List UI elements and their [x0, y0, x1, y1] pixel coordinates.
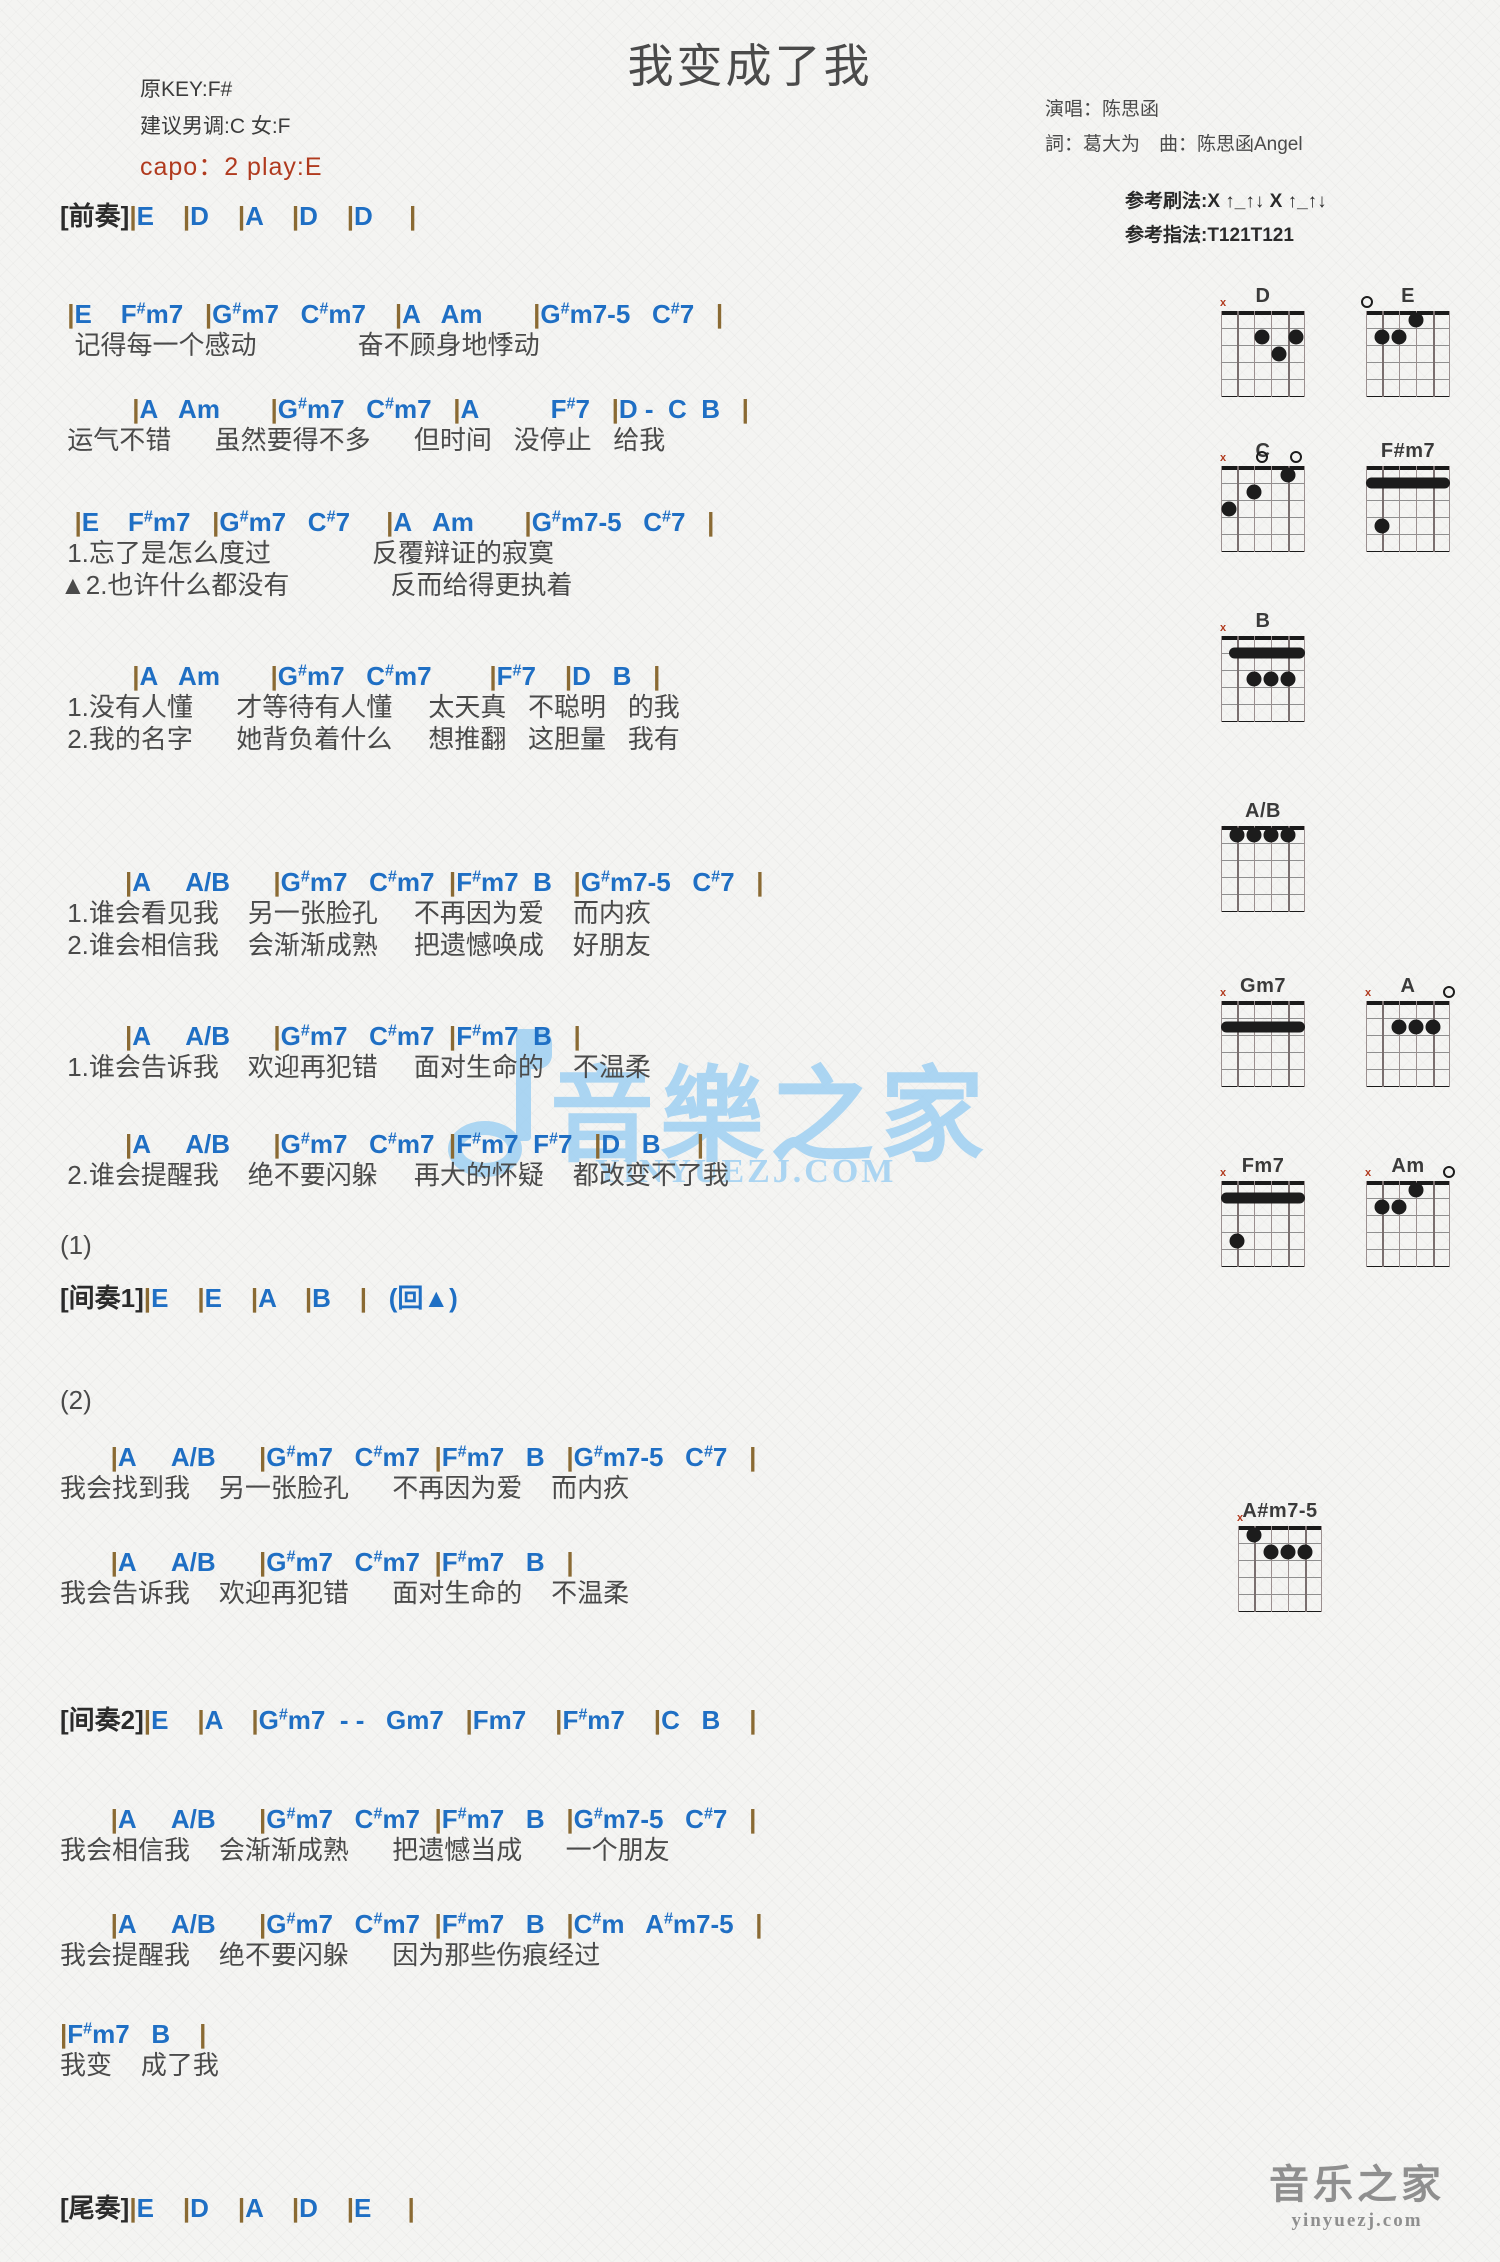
chord-diagram-e: E [1360, 285, 1456, 397]
intro-section: [前奏]|E |D |A |D |D | [60, 196, 416, 233]
chord-row: |A A/B |G#m7 C#m7 |F#m7 B | [125, 1021, 581, 1051]
chord-row: |A A/B |G#m7 C#m7 |F#m7 B |G#m7-5 C#7 | [125, 867, 764, 897]
credits-group: 演唱：陈思函 詞：葛大为 曲：陈思函Angel [1045, 92, 1303, 162]
chord-diagram-fm7: Fm7 x [1215, 1155, 1311, 1267]
lyric-block: |E F#m7 |G#m7 C#7 |A Am |G#m7-5 C#7 | 1.… [60, 508, 714, 602]
chord-diagram-a: A x [1360, 975, 1456, 1087]
lyric-row: 我变 成了我 [60, 2049, 219, 2080]
repeat-mark-1: (1) [60, 1230, 92, 1260]
playing-notes-group: 参考刷法:X ↑_↑↓ X ↑_↑↓ 参考指法:T121T121 [1125, 185, 1327, 253]
fretboard: x [1220, 1167, 1305, 1267]
chord-row: |A A/B |G#m7 C#m7 |F#m7 F#7 |D B | [125, 1129, 704, 1159]
outro-section: [尾奏]|E |D |A |D |E | [60, 2188, 415, 2225]
lyric-block: |A A/B |G#m7 C#m7 |F#m7 B | 我会告诉我 欢迎再犯错 … [60, 1548, 629, 1609]
chord-diagram-gm7: Gm7 x [1215, 975, 1311, 1087]
intro-chords: |E |D |A |D |D | [129, 201, 417, 231]
chord-row: |A A/B |G#m7 C#m7 |F#m7 B |G#m7-5 C#7 | [110, 1442, 757, 1472]
lyric-row: ▲2.也许什么都没有 反而给得更执着 [60, 570, 573, 601]
chord-diagram-name: E [1401, 285, 1415, 307]
chord-diagram-name: A#m7-5 [1242, 1500, 1318, 1522]
interlude1-chords: |E |E |A |B | (回▲) [143, 1283, 458, 1313]
lyric-block: |A Am |G#m7 C#m7 |F#7 |D B | 1.没有人懂 才等待有… [60, 662, 680, 756]
chord-row: |A Am |G#m7 C#m7 |F#7 |D B | [132, 661, 661, 691]
chord-row: |A A/B |G#m7 C#m7 |F#m7 B | [110, 1547, 574, 1577]
lyric-row: 1.忘了是怎么度过 反覆辩证的寂寞 [60, 537, 555, 568]
lyric-row: 我会告诉我 欢迎再犯错 面对生命的 不温柔 [60, 1577, 630, 1608]
lyric-row: 我会提醒我 绝不要闪躲 因为那些伤痕经过 [60, 1939, 601, 1970]
lyric-row: 我会找到我 另一张脸孔 不再因为爱 而内疚 [60, 1472, 630, 1503]
repeat-mark-2: (2) [60, 1385, 92, 1415]
lyric-block: |F#m7 B | 我变 成了我 [60, 2020, 219, 2081]
fretboard: x [1220, 297, 1305, 397]
watermark-bottom: 音乐之家 yinyuezj.com [1269, 2152, 1445, 2232]
fretboard [1221, 826, 1305, 912]
lyric-row: 2.谁会相信我 会渐渐成熟 把遗憾唤成 好朋友 [60, 930, 651, 961]
singer-credit: 演唱：陈思函 [1045, 99, 1160, 120]
chord-diagram-fsharp-m7: F#m7 [1360, 440, 1456, 552]
lyric-row: 记得每一个感动 奋不顾身地悸动 [60, 329, 540, 360]
lyric-row: 2.我的名字 她背负着什么 想推翻 这胆量 我有 [60, 724, 680, 755]
fretboard: x [1365, 986, 1455, 1087]
interlude2-chords: |E |A |G#m7 - - Gm7 |Fm7 |F#m7 |C B | [143, 1705, 757, 1735]
outro-label: [尾奏] [60, 2193, 130, 2223]
lyric-block: |A A/B |G#m7 C#m7 |F#m7 B |G#m7-5 C#7 | … [60, 1443, 756, 1504]
key-info-group: 原KEY:F# 建议男调:C 女:F capo：2 play:E [140, 72, 323, 189]
interlude2-label: [间奏2] [60, 1705, 144, 1735]
lyric-row: 1.没有人懂 才等待有人懂 太天真 不聪明 的我 [60, 691, 680, 722]
chord-row: |F#m7 B | [60, 2019, 207, 2049]
lyric-block: |A A/B |G#m7 C#m7 |F#m7 B |G#m7-5 C#7 | … [60, 1805, 756, 1866]
chord-diagram-name: Fm7 [1241, 1155, 1285, 1177]
lyric-block: |A A/B |G#m7 C#m7 |F#m7 B |C#m A#m7-5 | … [60, 1910, 763, 1971]
fingerstyle-pattern: 参考指法:T121T121 [1125, 225, 1294, 247]
chord-diagram-name: F#m7 [1380, 440, 1436, 462]
lyric-row: 1.谁会看见我 另一张脸孔 不再因为爱 而内疚 [60, 897, 651, 928]
chord-sheet-page: 我变成了我 原KEY:F# 建议男调:C 女:F capo：2 play:E 演… [0, 0, 1500, 2262]
lyric-row: 我会相信我 会渐渐成熟 把遗憾当成 一个朋友 [60, 1834, 670, 1865]
fretboard: x [1220, 987, 1305, 1087]
lyric-block: |A A/B |G#m7 C#m7 |F#m7 B |G#m7-5 C#7 | … [60, 867, 764, 962]
chord-row: |E F#m7 |G#m7 C#m7 |A Am |G#m7-5 C#7 | [67, 299, 724, 329]
watermark-bottom-main: 音乐之家 [1269, 2163, 1445, 2207]
chord-diagram-name: D [1255, 285, 1271, 307]
fretboard [1361, 296, 1450, 397]
interlude2-section: [间奏2]|E |A |G#m7 - - Gm7 |Fm7 |F#m7 |C B… [60, 1700, 756, 1737]
chord-diagram-name: A/B [1245, 800, 1281, 822]
original-key: 原KEY:F# [140, 78, 233, 101]
lyric-block: |A A/B |G#m7 C#m7 |F#m7 B | 1.谁会告诉我 欢迎再犯… [60, 1022, 651, 1083]
chord-row: |E F#m7 |G#m7 C#7 |A Am |G#m7-5 C#7 | [74, 507, 715, 537]
chord-diagram-a-over-b: A/B [1215, 800, 1311, 912]
chord-diagram-b: B x [1215, 610, 1311, 722]
chord-diagram-name: A [1400, 975, 1416, 997]
chord-diagram-name: Am [1391, 1155, 1425, 1177]
chord-diagram-d: D x [1215, 285, 1311, 397]
interlude1-label: [间奏1] [60, 1283, 144, 1313]
fretboard: x [1220, 451, 1305, 552]
lyric-block: |A Am |G#m7 C#m7 |A F#7 |D - C B | 运气不错 … [60, 395, 749, 456]
lyric-row: 2.谁会提醒我 绝不要闪躲 再大的怀疑 都改变不了我 [60, 1159, 729, 1190]
interlude1-section: [间奏1]|E |E |A |B | (回▲) [60, 1278, 458, 1315]
chord-row: |A A/B |G#m7 C#m7 |F#m7 B |C#m A#m7-5 | [110, 1909, 763, 1939]
chord-row: |A A/B |G#m7 C#m7 |F#m7 B |G#m7-5 C#7 | [110, 1804, 757, 1834]
chord-diagram-name: Gm7 [1240, 975, 1286, 997]
fretboard [1366, 466, 1450, 552]
writer-credit: 詞：葛大为 曲：陈思函Angel [1045, 134, 1303, 156]
lyric-row: 1.谁会告诉我 欢迎再犯错 面对生命的 不温柔 [60, 1051, 651, 1082]
capo-info: capo：2 play:E [140, 152, 323, 181]
outro-chords: |E |D |A |D |E | [129, 2193, 415, 2223]
fretboard: x [1237, 1512, 1322, 1612]
suggested-key: 建议男调:C 女:F [140, 114, 291, 138]
fretboard: x [1365, 1166, 1455, 1267]
strum-pattern: 参考刷法:X ↑_↑↓ X ↑_↑↓ [1125, 191, 1327, 212]
chord-diagram-name: B [1255, 610, 1271, 632]
fretboard: x [1220, 622, 1305, 722]
chord-diagram-am: Am x [1360, 1155, 1456, 1267]
lyric-row: 运气不错 虽然要得不多 但时间 没停止 给我 [60, 424, 666, 455]
lyric-block: |A A/B |G#m7 C#m7 |F#m7 F#7 |D B | 2.谁会提… [60, 1130, 729, 1191]
chord-diagram-c: C x [1215, 440, 1311, 552]
chord-diagram-asharp-m7-5: A#m7-5 x [1215, 1500, 1345, 1612]
watermark-bottom-sub: yinyuezj.com [1291, 2210, 1423, 2231]
lyric-block: |E F#m7 |G#m7 C#m7 |A Am |G#m7-5 C#7 | 记… [60, 300, 723, 361]
chord-row: |A Am |G#m7 C#m7 |A F#7 |D - C B | [132, 394, 749, 424]
intro-label: [前奏] [60, 201, 130, 231]
